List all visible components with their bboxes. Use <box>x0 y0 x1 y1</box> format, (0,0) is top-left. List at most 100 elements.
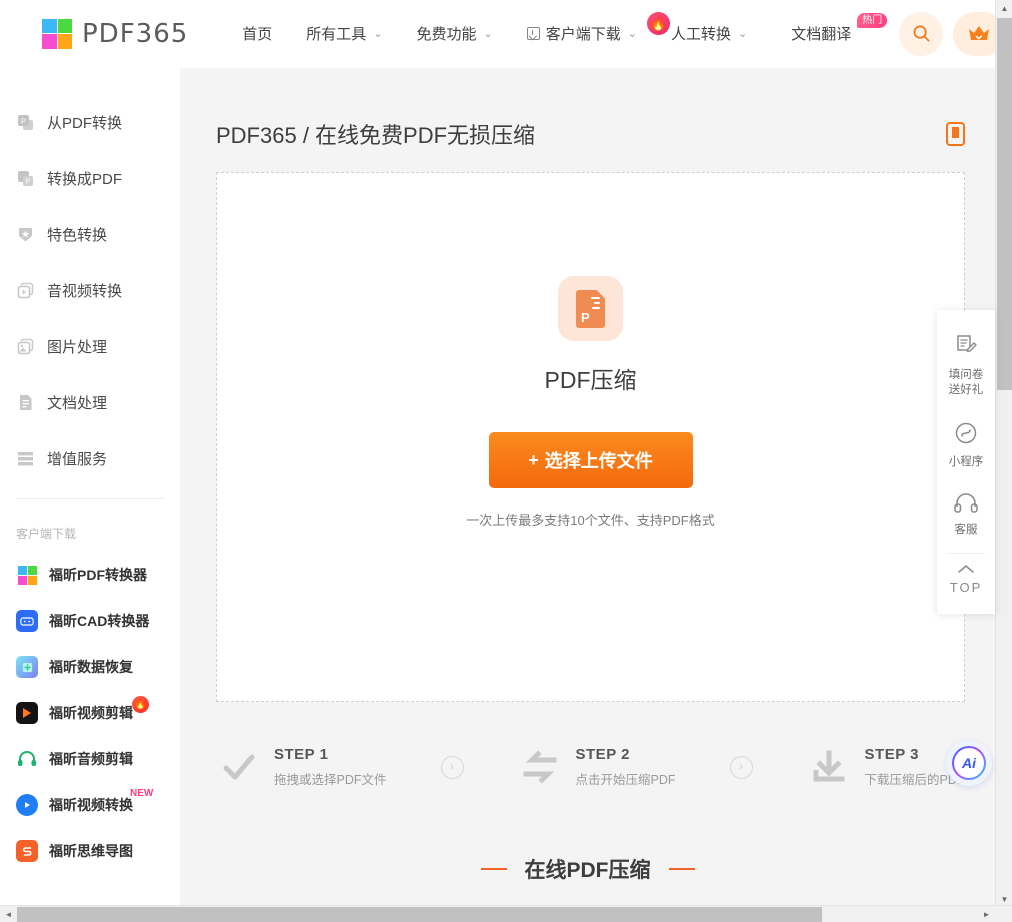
mobile-phone-icon[interactable] <box>946 122 965 146</box>
download-icon <box>807 745 851 789</box>
horizontal-scrollbar-thumb[interactable] <box>17 907 822 922</box>
search-button[interactable] <box>899 11 944 56</box>
pdf365-tile-icon <box>16 564 38 586</box>
float-label: 小程序 <box>948 456 984 468</box>
sidebar-item-special-convert[interactable]: 特色转换 <box>0 206 180 262</box>
top-header: PDF365 首页 所有工具 ⌄ 免费功能 ⌄ 客户端下载 ⌄ 🔥 人工转换 ⌄… <box>0 0 1006 68</box>
brand-logo[interactable]: PDF365 <box>42 18 189 49</box>
ai-assistant-button[interactable]: Ai <box>946 740 992 786</box>
pdf-to-icon: P <box>16 169 35 188</box>
sidebar-item-to-pdf[interactable]: P 转换成PDF <box>0 150 180 206</box>
float-label: 填问卷 <box>948 369 984 381</box>
hot-badge: 热门 <box>857 13 888 28</box>
chevron-down-icon: ⌄ <box>738 28 748 40</box>
right-float-panel: 填问卷 送好礼 小程序 客服 TOP <box>937 310 995 614</box>
star-shield-icon <box>16 225 35 244</box>
select-upload-file-button[interactable]: + 选择上传文件 <box>488 432 693 488</box>
float-label: 客服 <box>954 524 978 536</box>
headset-icon <box>16 748 38 770</box>
plus-icon: + <box>528 449 539 470</box>
app-label: 福昕思维导图 <box>49 843 133 859</box>
sidebar-label: 文档处理 <box>47 394 108 412</box>
left-sidebar: P 从PDF转换 P 转换成PDF 特色转换 音视频转换 图片处理 文档处理 增… <box>0 68 180 922</box>
app-item-video-convert[interactable]: 福昕视频转换 NEW <box>0 782 180 828</box>
fire-icon: 🔥 <box>647 12 670 35</box>
app-label: 福昕数据恢复 <box>49 659 133 675</box>
float-item-support[interactable]: 客服 <box>937 481 995 549</box>
app-label: 福昕视频剪辑 <box>49 705 133 721</box>
page-title-row: PDF365 / 在线免费PDF无损压缩 <box>180 68 995 172</box>
nav-item-client-download[interactable]: 客户端下载 ⌄ <box>526 23 637 44</box>
media-convert-icon <box>16 281 35 300</box>
app-label: 福昕CAD转换器 <box>49 613 150 629</box>
sidebar-item-doc-process[interactable]: 文档处理 <box>0 374 180 430</box>
section-heading: 在线PDF压缩 <box>524 859 651 882</box>
step-arrow-icon: › <box>729 755 753 779</box>
sidebar-item-from-pdf[interactable]: P 从PDF转换 <box>0 94 180 150</box>
chevron-down-icon: ⌄ <box>627 28 637 40</box>
logo-text: PDF365 <box>82 18 189 49</box>
step-2: STEP 2 点击开始压缩PDF <box>518 745 676 789</box>
step-3: STEP 3 下载压缩后的PDF <box>807 745 965 789</box>
horizontal-scrollbar[interactable]: ◄ ► <box>0 905 1012 922</box>
chevron-up-icon <box>958 565 974 573</box>
app-label: 福昕视频转换 <box>49 797 133 813</box>
sidebar-label: 特色转换 <box>47 226 108 244</box>
steps-row: STEP 1 拖拽或选择PDF文件 › STEP 2 点击开始压缩PDF › S… <box>216 732 995 802</box>
document-icon <box>16 393 35 412</box>
cad-icon <box>16 610 38 632</box>
app-item-pdf-converter[interactable]: 福昕PDF转换器 <box>0 552 180 598</box>
miniprogram-icon <box>955 422 977 444</box>
nav-label-all-tools: 所有工具 <box>306 26 367 43</box>
step-title: STEP 1 <box>274 746 329 763</box>
upload-dropzone[interactable]: P PDF压缩 + 选择上传文件 一次上传最多支持10个文件、支持PDF格式 <box>216 172 965 702</box>
page-root: PDF365 首页 所有工具 ⌄ 免费功能 ⌄ 客户端下载 ⌄ 🔥 人工转换 ⌄… <box>0 0 1012 922</box>
nav-item-all-tools[interactable]: 所有工具 ⌄ <box>306 23 382 44</box>
vertical-scrollbar-thumb[interactable] <box>997 18 1012 390</box>
pdf-compress-icon: P <box>558 276 623 341</box>
video-edit-icon <box>16 702 38 724</box>
fire-icon: 🔥 <box>132 696 149 713</box>
section-heading-row: 在线PDF压缩 <box>180 854 995 884</box>
step-title: STEP 2 <box>575 746 630 763</box>
app-item-data-recovery[interactable]: 福昕数据恢复 <box>0 644 180 690</box>
upload-button-label: 选择上传文件 <box>544 451 653 471</box>
vertical-scrollbar[interactable]: ▲ ▼ <box>995 0 1012 908</box>
image-process-icon <box>16 337 35 356</box>
crown-icon <box>969 26 990 40</box>
scroll-up-arrow-icon[interactable]: ▲ <box>996 0 1012 17</box>
pdf-doc-shape: P <box>576 289 605 328</box>
sidebar-label: 增值服务 <box>47 450 108 468</box>
scroll-left-arrow-icon[interactable]: ◄ <box>0 906 17 922</box>
scroll-right-arrow-icon[interactable]: ► <box>978 906 995 922</box>
sidebar-item-value-added[interactable]: 增值服务 <box>0 430 180 486</box>
app-item-mindmap[interactable]: 福昕思维导图 <box>0 828 180 874</box>
check-icon <box>216 745 260 789</box>
nav-item-doc-translate[interactable]: 文档翻译 热门 <box>791 13 888 44</box>
sidebar-label: 音视频转换 <box>47 282 123 300</box>
search-icon <box>913 25 930 42</box>
ai-assistant-icon: Ai <box>952 746 986 780</box>
app-item-video-edit[interactable]: 福昕视频剪辑 🔥 <box>0 690 180 736</box>
sidebar-item-media-convert[interactable]: 音视频转换 <box>0 262 180 318</box>
nav-item-manual-convert[interactable]: 🔥 人工转换 ⌄ <box>647 12 748 44</box>
nav-label-doc-translate: 文档翻译 <box>791 26 852 43</box>
new-badge: NEW <box>130 788 154 799</box>
back-to-top-label: TOP <box>949 580 983 595</box>
float-item-survey[interactable]: 填问卷 送好礼 <box>937 322 995 409</box>
nav-item-home[interactable]: 首页 <box>242 23 272 44</box>
app-item-cad-converter[interactable]: 福昕CAD转换器 <box>0 598 180 644</box>
sidebar-item-image-process[interactable]: 图片处理 <box>0 318 180 374</box>
app-label: 福昕PDF转换器 <box>49 567 147 583</box>
nav-label-manual-convert: 人工转换 <box>671 26 732 43</box>
float-item-miniprogram[interactable]: 小程序 <box>937 409 995 481</box>
app-item-audio-edit[interactable]: 福昕音频剪辑 <box>0 736 180 782</box>
float-item-back-to-top[interactable]: TOP <box>937 558 995 606</box>
page-title: PDF365 / 在线免费PDF无损压缩 <box>216 123 536 148</box>
video-convert-icon <box>16 794 38 816</box>
nav-item-free-features[interactable]: 免费功能 ⌄ <box>417 23 493 44</box>
chevron-down-icon: ⌄ <box>373 28 383 40</box>
step-arrow-icon: › <box>440 755 464 779</box>
step-1: STEP 1 拖拽或选择PDF文件 <box>216 745 387 789</box>
dash-right <box>668 868 695 870</box>
